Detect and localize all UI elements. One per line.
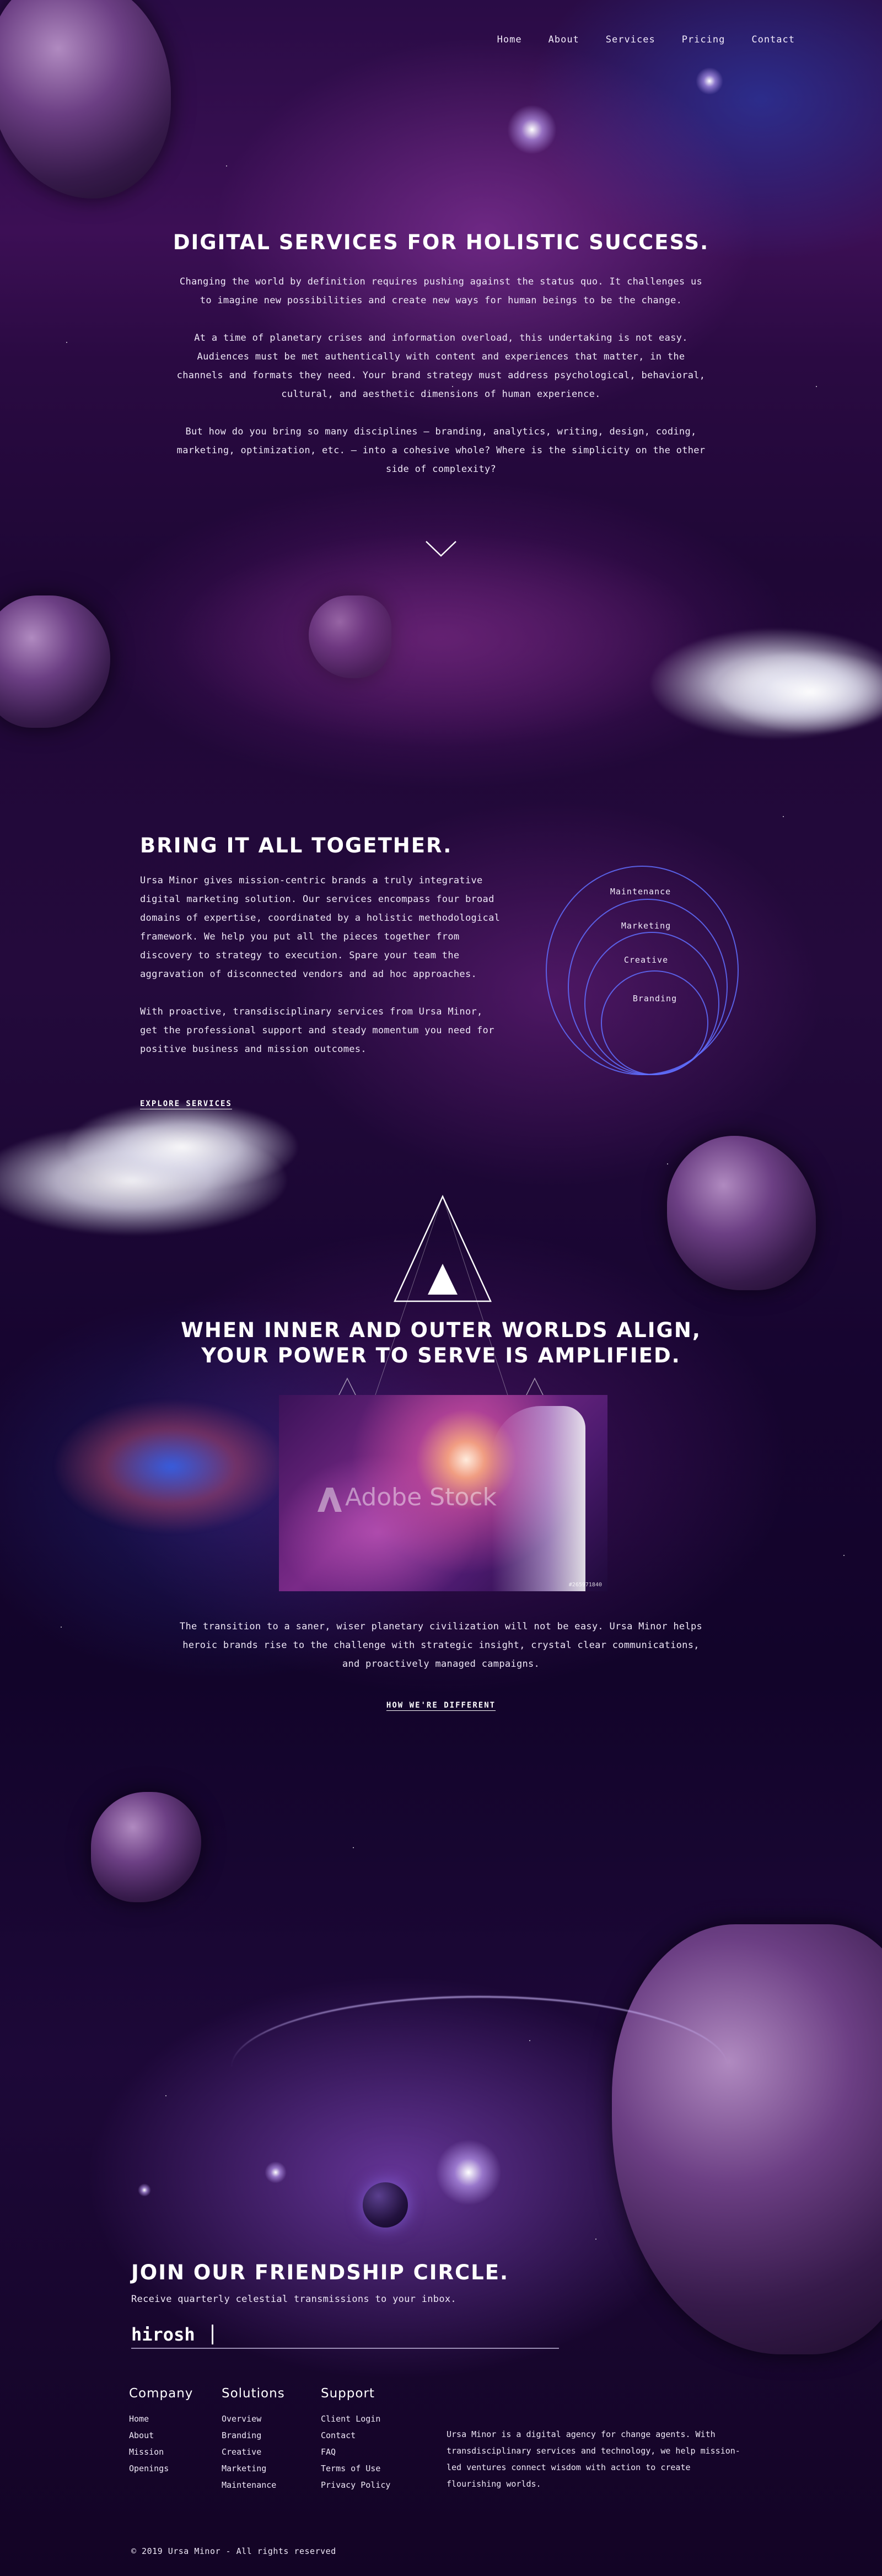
cloud [66,1103,298,1191]
hero-paragraph: Changing the world by definition require… [179,276,703,306]
email-field[interactable] [131,2321,559,2349]
explore-services-link[interactable]: EXPLORE SERVICES [140,1099,232,1108]
footer-column-support: Support Client Login Contact FAQ Terms o… [321,2386,390,2493]
join-subtitle: Receive quarterly celestial transmission… [131,2294,456,2305]
moon [363,2182,408,2228]
footer-heading: Support [321,2386,375,2401]
footer-link-overview[interactable]: Overview [222,2411,285,2427]
bright-star [138,2183,151,2197]
star [226,165,227,167]
star [783,816,784,817]
profile-silhouette [492,1406,585,1591]
star [353,1847,354,1848]
footer-link-privacy[interactable]: Privacy Policy [321,2477,390,2493]
together-paragraph: Ursa Minor gives mission-centric brands … [140,875,501,980]
footer-link-about[interactable]: About [129,2427,193,2444]
star [165,2095,166,2096]
nav-services[interactable]: Services [606,34,655,45]
title-line: YOUR POWER TO SERVE IS AMPLIFIED. [201,1344,681,1367]
footer-link-client-login[interactable]: Client Login [321,2411,390,2427]
footer-link-faq[interactable]: FAQ [321,2444,390,2460]
section-title: BRING IT ALL TOGETHER. [140,834,453,857]
footer-column-solutions: Solutions Overview Branding Creative Mar… [222,2386,285,2493]
footer-link-home[interactable]: Home [129,2411,193,2427]
hero-paragraph: But how do you bring so many disciplines… [176,426,706,475]
star [529,2040,530,2041]
title-line: WHEN INNER AND OUTER WORLDS ALIGN, [181,1318,701,1342]
align-paragraph: The transition to a saner, wiser planeta… [179,1621,703,1670]
discipline-label-branding: Branding [632,994,677,1003]
together-copy: Ursa Minor gives mission-centric brands … [140,871,504,1077]
hero-paragraph: At a time of planetary crises and inform… [176,332,706,400]
image-id: #265971840 [568,1582,602,1588]
discipline-label-creative: Creative [623,955,669,965]
bright-star [696,67,723,95]
ring-branding [601,970,708,1075]
main-nav: Home About Services Pricing Contact [497,34,795,45]
asteroid [0,0,171,198]
footer-link-branding[interactable]: Branding [222,2427,285,2444]
footer-link-maintenance[interactable]: Maintenance [222,2477,285,2493]
footer-about: Ursa Minor is a digital agency for chang… [447,2429,740,2489]
footer-link-contact[interactable]: Contact [321,2427,390,2444]
nebula-glow [435,2139,502,2205]
asteroid [667,1136,816,1290]
footer-link-mission[interactable]: Mission [129,2444,193,2460]
adobe-logo-icon [318,1488,342,1512]
footer-link-marketing[interactable]: Marketing [222,2460,285,2477]
footer-link-openings[interactable]: Openings [129,2460,193,2477]
footer-link-terms[interactable]: Terms of Use [321,2460,390,2477]
copyright: © 2019 Ursa Minor - All rights reserved [131,2546,336,2556]
star [816,386,817,387]
join-title: JOIN OUR FRIENDSHIP CIRCLE. [131,2261,509,2284]
text-caret [212,2325,213,2344]
nav-contact[interactable]: Contact [751,34,795,45]
asteroid [91,1792,201,1902]
nav-pricing[interactable]: Pricing [682,34,725,45]
hero-copy: Changing the world by definition require… [176,272,706,497]
discipline-label-marketing: Marketing [621,921,671,931]
image-watermark: Adobe Stock [345,1483,497,1511]
star [667,1163,668,1164]
footer-link-creative[interactable]: Creative [222,2444,285,2460]
nav-home[interactable]: Home [497,34,522,45]
planet-horizon [232,1996,728,2139]
section-title: WHEN INNER AND OUTER WORLDS ALIGN, YOUR … [0,1318,882,1368]
asteroid [612,1924,882,2354]
star [61,1627,62,1628]
how-different-wrap: HOW WE'RE DIFFERENT [0,1699,882,1710]
footer-heading: Company [129,2386,193,2401]
footer-heading: Solutions [222,2386,285,2401]
star [66,342,67,343]
how-different-link[interactable]: HOW WE'RE DIFFERENT [386,1701,496,1710]
discipline-label-maintenance: Maintenance [610,887,671,897]
bright-star [265,2161,287,2183]
star [595,2239,596,2240]
together-paragraph: With proactive, transdisciplinary servic… [140,1006,494,1055]
chevron-down-icon[interactable] [425,540,457,558]
nav-about[interactable]: About [548,34,579,45]
stock-image: Adobe Stock #265971840 [279,1395,607,1591]
star [843,1555,845,1556]
nebula-streak [55,1400,287,1533]
nebula-glow [507,105,557,154]
hero-title: DIGITAL SERVICES FOR HOLISTIC SUCCESS. [173,230,709,254]
footer-column-company: Company Home About Mission Openings [129,2386,193,2477]
disciplines-diagram: Maintenance Marketing Creative Branding [546,866,750,1075]
